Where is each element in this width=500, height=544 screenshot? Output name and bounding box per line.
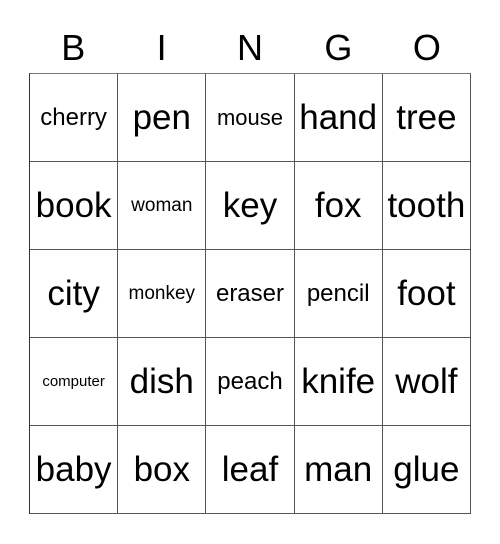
- bingo-card-grid: cherry pen mouse hand tree book woman ke…: [29, 73, 471, 514]
- bingo-cell: mouse: [206, 74, 295, 162]
- bingo-cell: man: [294, 426, 383, 514]
- bingo-cell: key: [206, 162, 295, 250]
- bingo-cell: glue: [382, 426, 471, 514]
- bingo-cell: hand: [294, 74, 383, 162]
- bingo-cell: tree: [382, 74, 471, 162]
- bingo-cell: leaf: [206, 426, 295, 514]
- bingo-cell: cherry: [30, 74, 119, 162]
- bingo-header: B I N G O: [29, 24, 471, 72]
- bingo-cell: book: [30, 162, 119, 250]
- header-letter-g: G: [324, 27, 353, 68]
- bingo-cell: tooth: [382, 162, 471, 250]
- header-letter-b: B: [61, 27, 86, 68]
- bingo-cell: fox: [294, 162, 383, 250]
- bingo-cell: pen: [118, 74, 207, 162]
- bingo-cell: foot: [382, 250, 471, 338]
- bingo-cell: computer: [30, 338, 119, 426]
- bingo-cell: monkey: [118, 250, 207, 338]
- header-letter-o: O: [412, 27, 441, 68]
- header-letter-n: N: [237, 27, 264, 68]
- bingo-cell: wolf: [382, 338, 471, 426]
- bingo-cell: knife: [294, 338, 383, 426]
- bingo-cell: baby: [30, 426, 119, 514]
- bingo-cell: city: [30, 250, 119, 338]
- bingo-cell: peach: [206, 338, 295, 426]
- bingo-cell: eraser: [206, 250, 295, 338]
- header-letter-i: I: [156, 27, 167, 68]
- bingo-cell: pencil: [294, 250, 383, 338]
- bingo-cell: box: [118, 426, 207, 514]
- bingo-cell: dish: [118, 338, 207, 426]
- bingo-cell: woman: [118, 162, 207, 250]
